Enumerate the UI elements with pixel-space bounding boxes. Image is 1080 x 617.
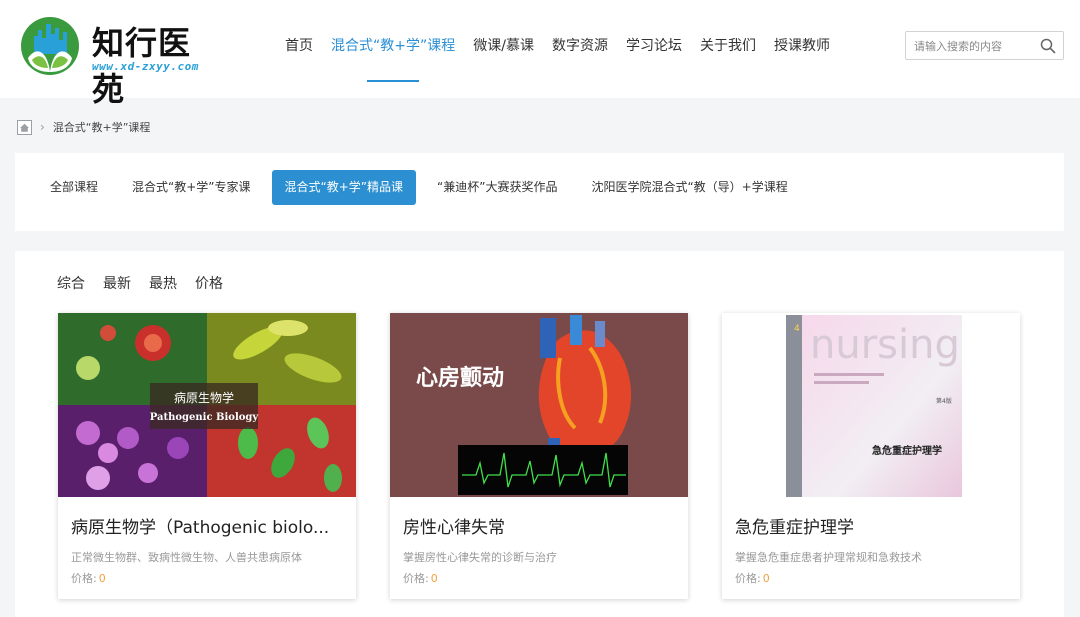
course-desc: 掌握房性心律失常的诊断与治疗 [403,551,557,564]
price-value: 0 [762,572,770,585]
nursing-book-cover-image: nursing 4 第4版 急危重症护理学 [722,313,1020,497]
nav-forum[interactable]: 学习论坛 [617,0,691,98]
tab-award-works[interactable]: “兼迪杯”大赛获奖作品 [424,170,570,205]
course-price: 价格: 0 [735,570,770,586]
price-label: 价格: [403,572,429,585]
course-thumbnail[interactable]: 病原生物学 Pathogenic Biology [58,313,356,497]
sort-newest[interactable]: 最新 [103,273,131,293]
course-desc: 正常微生物群、致病性微生物、人兽共患病原体 [71,551,302,564]
price-value: 0 [98,572,106,585]
home-icon[interactable] [17,119,32,135]
book-cover-title: 急危重症护理学 [872,444,942,457]
nav-digital-resources[interactable]: 数字资源 [543,0,617,98]
course-price: 价格: 0 [403,570,438,586]
microbe-collage-image: 病原生物学 Pathogenic Biology [58,313,356,497]
thumb-caption-cn: 病原生物学 [174,390,234,405]
site-header: 知行医苑 www.xd-zxyy.com 首页 混合式“教+学”课程 微课/慕课… [0,0,1080,108]
breadcrumb-separator-icon: › [40,120,45,134]
nav-micro-courses[interactable]: 微课/慕课 [464,0,543,98]
heart-ecg-image: 心房颤动 [390,313,688,497]
course-title[interactable]: 房性心律失常 [403,513,675,538]
course-card[interactable]: nursing 4 第4版 急危重症护理学 急危重症护理学 掌握急危重症患者护理… [722,313,1020,599]
sort-comprehensive[interactable]: 综合 [57,273,85,293]
course-thumbnail[interactable]: 心房颤动 [390,313,688,497]
course-thumbnail[interactable]: nursing 4 第4版 急危重症护理学 [722,313,1020,497]
site-logo[interactable]: 知行医苑 www.xd-zxyy.com [20,14,220,108]
tab-expert-courses[interactable]: 混合式“教+学”专家课 [119,170,264,205]
breadcrumb-current[interactable]: 混合式“教+学”课程 [53,119,151,135]
nav-about[interactable]: 关于我们 [691,0,765,98]
course-card[interactable]: 病原生物学 Pathogenic Biology 病原生物学（Pathogeni… [58,313,356,599]
thumb-caption-cn: 心房颤动 [416,365,504,391]
price-value: 0 [430,572,438,585]
course-desc: 掌握急危重症患者护理常规和急救技术 [735,551,922,564]
price-label: 价格: [735,572,761,585]
course-card[interactable]: 心房颤动 房性心律失常 掌握房性心律失常的诊断与治疗 价格: 0 [390,313,688,599]
tab-shenyang-courses[interactable]: 沈阳医学院混合式“教（导）+学课程 [578,170,800,205]
sort-hottest[interactable]: 最热 [149,273,177,293]
sort-bar: 综合 最新 最热 价格 [57,273,241,293]
category-filter-panel: 全部课程 混合式“教+学”专家课 混合式“教+学”精品课 “兼迪杯”大赛获奖作品… [15,153,1064,231]
search-box [905,31,1064,60]
course-list-panel: 综合 最新 最热 价格 病原生物学 Pathogenic Biology 病原生… [15,251,1064,617]
book-spine-number: 4 [794,324,800,334]
main-nav: 首页 混合式“教+学”课程 微课/慕课 数字资源 学习论坛 关于我们 授课教师 [276,0,839,98]
nav-teachers[interactable]: 授课教师 [765,0,839,98]
logo-url: www.xd-zxyy.com [92,60,199,73]
logo-leaf-city-icon [21,17,79,75]
tab-quality-courses[interactable]: 混合式“教+学”精品课 [271,170,417,205]
book-edition: 第4版 [936,397,952,405]
nav-home[interactable]: 首页 [276,0,322,98]
nav-blended-courses[interactable]: 混合式“教+学”课程 [322,0,464,98]
price-label: 价格: [71,572,97,585]
course-price: 价格: 0 [71,570,106,586]
sort-price[interactable]: 价格 [195,273,223,293]
search-icon[interactable] [1040,38,1056,54]
course-title[interactable]: 病原生物学（Pathogenic biolo... [71,513,343,538]
tab-all-courses[interactable]: 全部课程 [37,170,111,205]
breadcrumb: › 混合式“教+学”课程 [17,118,150,136]
category-tabs: 全部课程 混合式“教+学”专家课 混合式“教+学”精品课 “兼迪杯”大赛获奖作品… [37,170,809,205]
search-input[interactable] [914,37,1036,55]
thumb-caption-en: Pathogenic Biology [150,412,260,423]
book-cover-word: nursing [810,322,960,368]
course-title[interactable]: 急危重症护理学 [735,513,1007,538]
